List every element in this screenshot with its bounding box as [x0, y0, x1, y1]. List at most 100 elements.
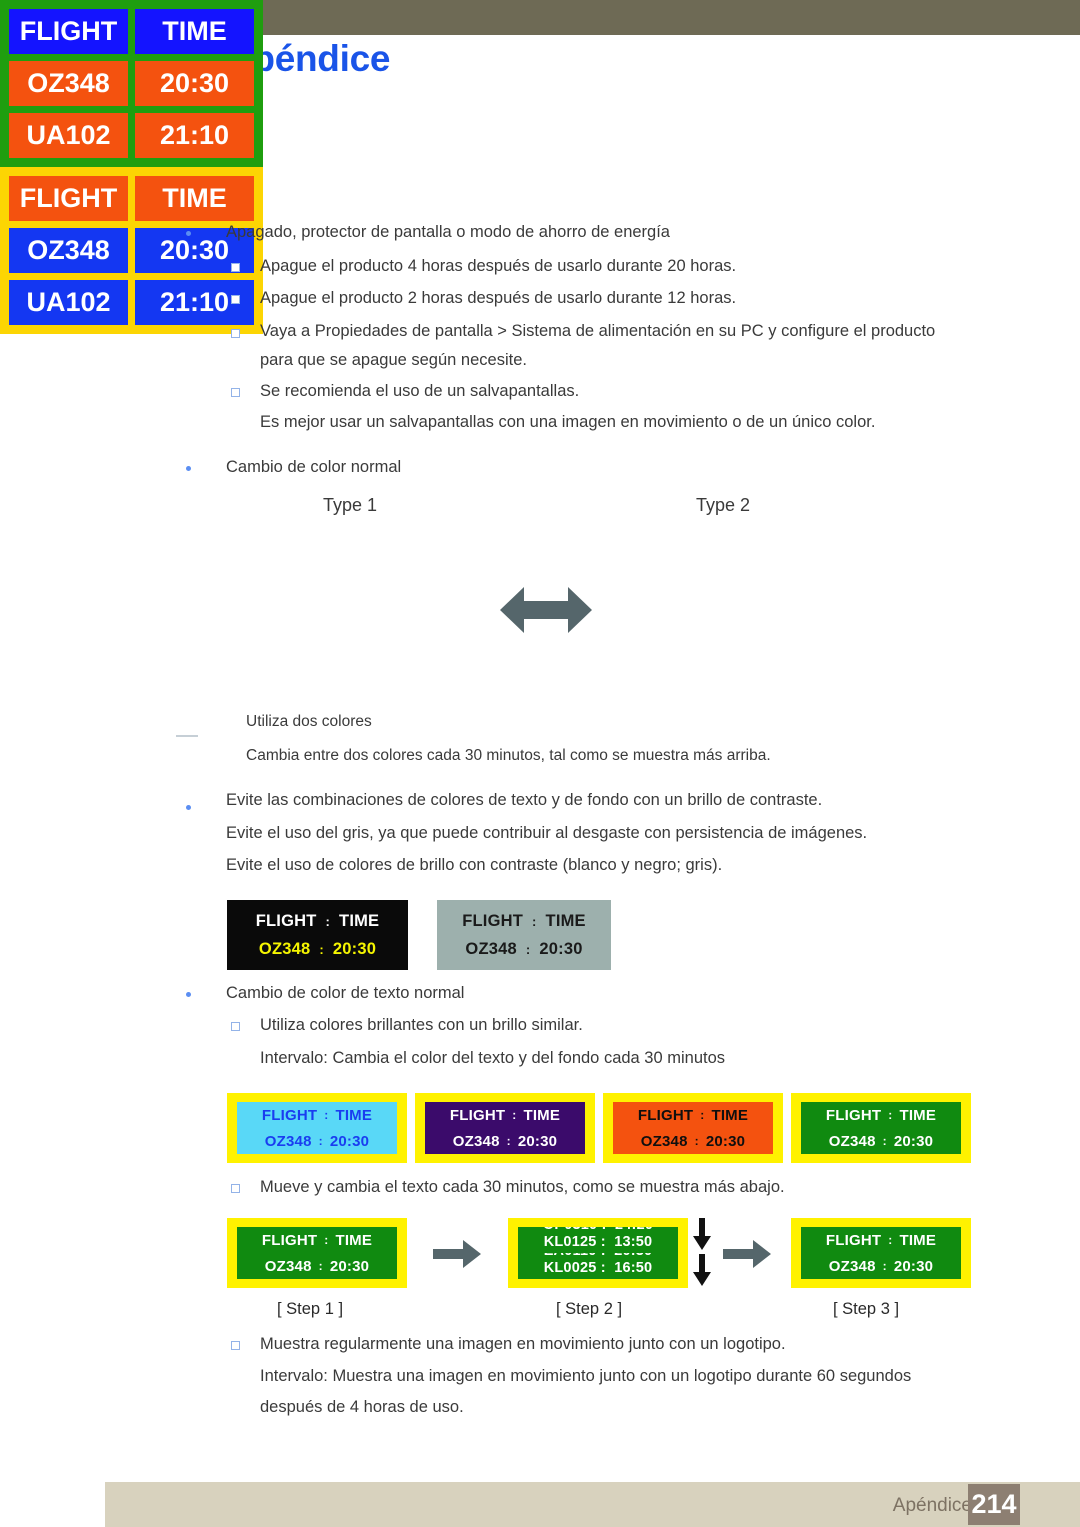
text-cambio-color-normal: Cambio de color normal: [226, 458, 402, 476]
step3-row-sep: :: [882, 1259, 887, 1273]
black-panel-line2-left: OZ348: [258, 939, 311, 958]
color-strip-purple: FLIGHT : TIME OZ348 : 20:30: [415, 1093, 595, 1163]
color-strip-green: FLIGHT : TIME OZ348 : 20:30: [791, 1093, 971, 1163]
board1-row1-flight: OZ348: [9, 61, 128, 106]
gray-panel-line1-right: TIME: [545, 911, 586, 930]
orange-strip-row-sep: :: [694, 1134, 699, 1148]
green-strip-header-sep: :: [888, 1108, 893, 1122]
black-panel-line2-right: 20:30: [332, 939, 377, 958]
text-intervalo-color: Intervalo: Cambia el color del texto y d…: [260, 1049, 726, 1067]
step-2-board: OP0310 : 24:20 KL0125 : 13:50 EA0110 : 2…: [508, 1218, 688, 1288]
text-utiliza-dos-colores: Utiliza dos colores: [246, 713, 372, 730]
type1-label: Type 1: [323, 495, 378, 515]
cyan-strip-row-left: OZ348: [264, 1132, 312, 1150]
text-intervalo-logotipo: Intervalo: Muestra una imagen en movimie…: [260, 1367, 912, 1385]
cyan-strip-header-right: TIME: [335, 1106, 373, 1124]
green-strip-header-left: FLIGHT: [825, 1106, 882, 1124]
orange-strip-row-left: OZ348: [640, 1132, 688, 1150]
orange-strip-header-sep: :: [700, 1108, 705, 1122]
step1-row-sep: :: [318, 1259, 323, 1273]
text-utiliza-brillantes: Utiliza colores brillantes con un brillo…: [260, 1016, 583, 1034]
step-arrow-down-icon-1: [693, 1218, 711, 1255]
bullet-dot: [186, 992, 191, 997]
bullet-dot: [186, 466, 191, 471]
green-strip-row-left: OZ348: [828, 1132, 876, 1150]
step1-row-right: 20:30: [329, 1257, 370, 1275]
swap-double-arrow-icon: [500, 582, 592, 643]
step3-header-right: TIME: [899, 1231, 937, 1249]
green-strip-row-right: 20:30: [893, 1132, 934, 1150]
cyan-strip-row-sep: :: [318, 1134, 323, 1148]
step-3-board: FLIGHT : TIME OZ348 : 20:30: [791, 1218, 971, 1288]
step3-header-sep: :: [888, 1233, 893, 1247]
text-sub-4: Se recomienda el uso de un salvapantalla…: [260, 382, 580, 400]
orange-strip-header-left: FLIGHT: [637, 1106, 694, 1124]
step3-row-right: 20:30: [893, 1257, 934, 1275]
gray-panel-line1-left: FLIGHT: [462, 911, 524, 930]
purple-strip-header-right: TIME: [523, 1106, 561, 1124]
text-evite-brillo: Evite el uso de colores de brillo con co…: [226, 856, 723, 874]
footer-label: Apéndice: [892, 1495, 972, 1516]
text-despues-4-horas: después de 4 horas de uso.: [260, 1398, 464, 1416]
board1-row1-time: 20:30: [135, 61, 254, 106]
color-strip-orange: FLIGHT : TIME OZ348 : 20:30: [603, 1093, 783, 1163]
gray-panel-line1-sep: :: [532, 913, 537, 929]
footer-page-number: 214: [968, 1484, 1020, 1525]
text-mueve-cambia: Mueve y cambia el texto cada 30 minutos,…: [260, 1178, 785, 1196]
black-panel-line2-sep: :: [319, 941, 324, 957]
purple-strip-row-sep: :: [506, 1134, 511, 1148]
text-sub-3b: para que se apague según necesite.: [260, 351, 527, 369]
text-evite-combinaciones: Evite las combinaciones de colores de te…: [226, 791, 823, 809]
step-arrow-right-icon-1: [433, 1240, 481, 1273]
step1-row-left: OZ348: [264, 1257, 312, 1275]
board1-header-time: TIME: [135, 9, 254, 54]
cyan-strip-header-sep: :: [324, 1108, 329, 1122]
bullet-square: [231, 1022, 240, 1031]
step3-row-left: OZ348: [828, 1257, 876, 1275]
text-sub-5: Es mejor usar un salvapantallas con una …: [260, 413, 876, 431]
color-strip-cyan: FLIGHT : TIME OZ348 : 20:30: [227, 1093, 407, 1163]
step-arrow-right-icon-2: [723, 1240, 771, 1273]
board2-header-time: TIME: [135, 176, 254, 221]
purple-strip-header-sep: :: [512, 1108, 517, 1122]
step-1-label: [ Step 1 ]: [277, 1300, 344, 1318]
gray-panel-line2-left: OZ348: [465, 939, 517, 958]
bullet-square: [231, 1341, 240, 1350]
step1-header-right: TIME: [335, 1231, 373, 1249]
bullet-square: [231, 329, 240, 338]
orange-strip-row-right: 20:30: [705, 1132, 746, 1150]
purple-strip-header-left: FLIGHT: [449, 1106, 506, 1124]
board1-row2-flight: UA102: [9, 113, 128, 158]
step-1-board: FLIGHT : TIME OZ348 : 20:30: [227, 1218, 407, 1288]
board2-row1-flight: OZ348: [9, 228, 128, 273]
step1-header-left: FLIGHT: [261, 1231, 318, 1249]
text-sub-1: Apague el producto 4 horas después de us…: [260, 257, 737, 275]
step-2-label: [ Step 2 ]: [556, 1300, 623, 1318]
flight-board-type-1: FLIGHT TIME OZ348 20:30 UA102 21:10: [0, 0, 263, 167]
bullet-square: [231, 1184, 240, 1193]
board2-row2-flight: UA102: [9, 280, 128, 325]
step-3-label: [ Step 3 ]: [833, 1300, 900, 1318]
page-content: Apagado, protector de pantalla o modo de…: [0, 0, 1080, 1460]
text-evite-gris: Evite el uso del gris, ya que puede cont…: [226, 824, 868, 842]
board1-row2-time: 21:10: [135, 113, 254, 158]
board2-header-flight: FLIGHT: [9, 176, 128, 221]
bullet-square: [231, 388, 240, 397]
black-panel-line1-sep: :: [325, 913, 331, 929]
gray-panel-line2-right: 20:30: [539, 939, 583, 958]
black-panel-line1-left: FLIGHT: [255, 911, 317, 930]
board1-header-flight: FLIGHT: [9, 9, 128, 54]
step3-header-left: FLIGHT: [825, 1231, 882, 1249]
gray-panel-line2-sep: :: [525, 941, 531, 957]
cyan-strip-row-right: 20:30: [329, 1132, 370, 1150]
bullet-square: [231, 295, 240, 304]
green-strip-row-sep: :: [882, 1134, 887, 1148]
cyan-strip-header-left: FLIGHT: [261, 1106, 318, 1124]
bullet-dot: [186, 231, 191, 236]
step2-band2-text: EA0110 : 20:30 KL0025 : 16:50: [543, 1253, 653, 1276]
contrast-panel-gray: FLIGHT : TIME OZ348 : 20:30: [437, 900, 611, 970]
text-cambia-entre: Cambia entre dos colores cada 30 minutos…: [246, 747, 771, 764]
step-arrow-down-icon-2: [693, 1254, 711, 1291]
black-panel-line1-right: TIME: [339, 911, 380, 930]
text-sub-2: Apague el producto 2 horas después de us…: [260, 289, 737, 307]
